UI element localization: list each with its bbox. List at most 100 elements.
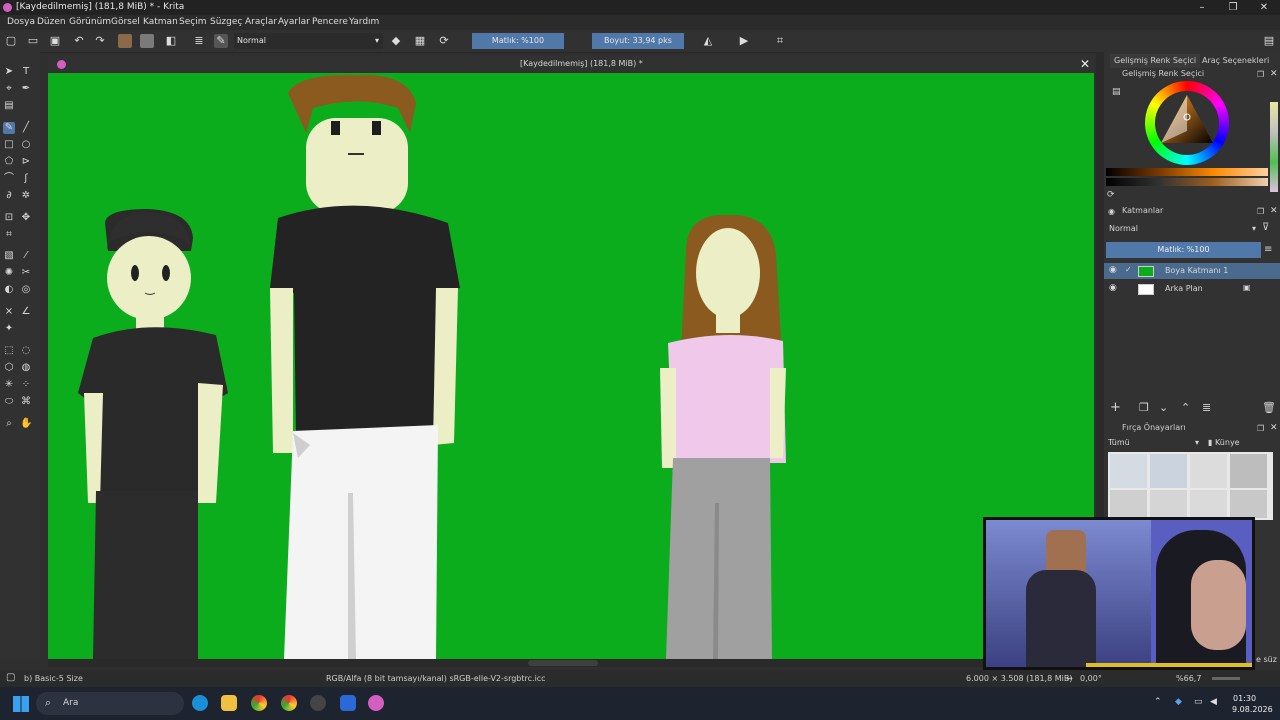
file-explorer-icon[interactable] (221, 695, 237, 711)
bezier-tool-icon[interactable]: ⌒ (3, 173, 15, 185)
crop-wrap-icon[interactable]: ⌗ (773, 34, 787, 48)
similar-select-icon[interactable]: ⁘ (20, 379, 32, 391)
drawing-canvas[interactable] (48, 73, 1094, 659)
save-icon[interactable]: ▣ (48, 34, 62, 48)
color-wheel[interactable] (1145, 81, 1229, 165)
brush-preset-icon[interactable]: ✎ (214, 34, 228, 48)
fg-bg-color-icon[interactable]: ◧ (164, 34, 178, 48)
gradient-fill-icon[interactable]: ▧ (3, 250, 15, 262)
multibrush-icon[interactable]: ✲ (20, 190, 32, 202)
calligraphy-icon[interactable]: ✒ (20, 83, 32, 95)
brush-preset-item[interactable] (1150, 454, 1187, 488)
move-layer-down-icon[interactable]: ⌄ (1159, 401, 1168, 414)
layer-row-background[interactable]: ◉ Arka Plan ▣ (1104, 281, 1280, 297)
close-presets-icon[interactable]: ✕ (1270, 423, 1278, 433)
rectangle-tool-icon[interactable]: □ (3, 139, 15, 151)
close-docker-icon[interactable]: ✕ (1270, 69, 1278, 79)
brush-preset-item[interactable] (1110, 454, 1147, 488)
move-tool-icon[interactable]: ✥ (20, 212, 32, 224)
menu-secim[interactable]: Seçim (179, 17, 206, 27)
open-folder-icon[interactable]: ▭ (26, 34, 40, 48)
layers-menu-icon[interactable]: ≡ (1264, 244, 1272, 255)
clock-time[interactable]: 01:30 (1233, 694, 1256, 703)
pattern-swatch[interactable] (140, 34, 154, 48)
lock-icon[interactable]: ▣ (1243, 283, 1251, 292)
freehand-select-icon[interactable]: ◍ (20, 362, 32, 374)
start-button-icon[interactable] (13, 696, 29, 712)
menu-pencere[interactable]: Pencere (312, 17, 348, 27)
add-layer-icon[interactable]: + (1110, 400, 1121, 415)
layers-blend-select[interactable]: Normal ▾ (1106, 222, 1259, 236)
volume-icon[interactable]: ◀ (1210, 697, 1217, 707)
brush-preset-item[interactable] (1230, 490, 1267, 518)
float-layers-icon[interactable]: ❐ (1257, 207, 1264, 216)
assistant-tool-icon[interactable]: ⨯ (3, 306, 15, 318)
color-triangle[interactable] (1157, 91, 1217, 151)
reload-preset-icon[interactable]: ⟳ (437, 34, 451, 48)
mirror-horizontal-icon[interactable]: ◭ (701, 34, 715, 48)
enclose-fill-icon[interactable]: ◎ (20, 284, 32, 296)
menu-dosya[interactable]: Dosya (7, 17, 35, 27)
eraser-icon[interactable]: ◆ (389, 34, 403, 48)
line-tool-icon[interactable]: ╱ (20, 122, 32, 134)
brush-preset-item[interactable] (1150, 490, 1187, 518)
magnetic-select-icon[interactable]: ⌘ (20, 396, 32, 408)
scrollbar-thumb[interactable] (528, 660, 598, 666)
measure-tool-icon[interactable]: ∠ (20, 306, 32, 318)
blend-mode-select[interactable]: Normal ▾ (234, 33, 383, 49)
close-window-button[interactable]: ✕ (1249, 0, 1279, 15)
brush-preset-grid[interactable] (1108, 452, 1273, 520)
redo-icon[interactable]: ↷ (93, 34, 107, 48)
eye-icon[interactable]: ◉ (1109, 283, 1117, 293)
reference-images-icon[interactable]: ✦ (3, 323, 15, 335)
zoom-tool-icon[interactable]: ⌕ (3, 418, 15, 430)
color-settings-icon[interactable]: ▤ (1112, 87, 1121, 97)
ellipse-tool-icon[interactable]: ○ (20, 139, 32, 151)
undo-icon[interactable]: ↶ (72, 34, 86, 48)
ellipse-select-icon[interactable]: ◌ (20, 345, 32, 357)
tab-advanced-color[interactable]: Gelişmiş Renk Seçici (1110, 54, 1201, 68)
select-shapes-icon[interactable]: ➤ (3, 66, 15, 78)
gradient-swatch[interactable] (118, 34, 132, 48)
brush-preset-item[interactable] (1190, 454, 1227, 488)
chrome-profile-icon[interactable] (281, 695, 297, 711)
network-icon[interactable]: ▭ (1194, 697, 1203, 707)
size-slider[interactable]: Boyut: 33,94 pks (592, 33, 684, 49)
restore-button[interactable]: ❐ (1218, 0, 1248, 15)
taskbar-search[interactable]: ⌕ Ara (36, 692, 184, 715)
contiguous-select-icon[interactable]: ✳ (3, 379, 15, 391)
brush-tag-button[interactable]: ▮ Künye (1208, 436, 1240, 449)
brush-preset-item[interactable] (1230, 454, 1267, 488)
rect-select-icon[interactable]: ⬚ (3, 345, 15, 357)
dynamic-brush-icon[interactable]: ∂ (3, 190, 15, 202)
layers-opacity-slider[interactable]: Matlık: %100 (1106, 242, 1261, 258)
menu-duzen[interactable]: Düzen (37, 17, 66, 27)
gradient-tool-icon[interactable]: ▤ (3, 100, 15, 112)
menu-araclar[interactable]: Araçlar (245, 17, 277, 27)
color-picker-icon[interactable]: ⁄ (20, 250, 32, 262)
menu-gorunum[interactable]: Görünüm (69, 17, 111, 27)
layer-properties-icon[interactable]: ≣ (1202, 401, 1211, 414)
move-layer-up-icon[interactable]: ⌃ (1181, 401, 1190, 414)
colorize-mask-icon[interactable]: ✂ (20, 267, 32, 279)
obs-icon[interactable] (310, 695, 326, 711)
hue-shade-bar[interactable] (1106, 168, 1268, 176)
edit-shapes-icon[interactable]: ⌖ (3, 83, 15, 95)
pan-tool-icon[interactable]: ✋ (20, 418, 32, 430)
eye-icon[interactable]: ◉ (1109, 265, 1117, 275)
close-layers-icon[interactable]: ✕ (1270, 206, 1278, 216)
close-document-icon[interactable]: ✕ (1080, 57, 1090, 71)
value-shade-bar[interactable] (1106, 178, 1268, 186)
menu-gorsel[interactable]: Görsel (111, 17, 140, 27)
minimize-button[interactable]: – (1187, 0, 1217, 15)
polygon-tool-icon[interactable]: ⬠ (3, 156, 15, 168)
polyline-tool-icon[interactable]: ⊳ (20, 156, 32, 168)
brush-preset-item[interactable] (1190, 490, 1227, 518)
app-icon[interactable] (340, 695, 356, 711)
brush-preset-item[interactable] (1110, 490, 1147, 518)
edge-icon[interactable] (192, 695, 208, 711)
duplicate-layer-icon[interactable]: ❐ (1139, 401, 1149, 414)
transform-tool-icon[interactable]: ⊡ (3, 212, 15, 224)
float-docker-icon[interactable]: ❐ (1257, 70, 1264, 79)
bezier-select-icon[interactable]: ⬭ (3, 396, 15, 408)
